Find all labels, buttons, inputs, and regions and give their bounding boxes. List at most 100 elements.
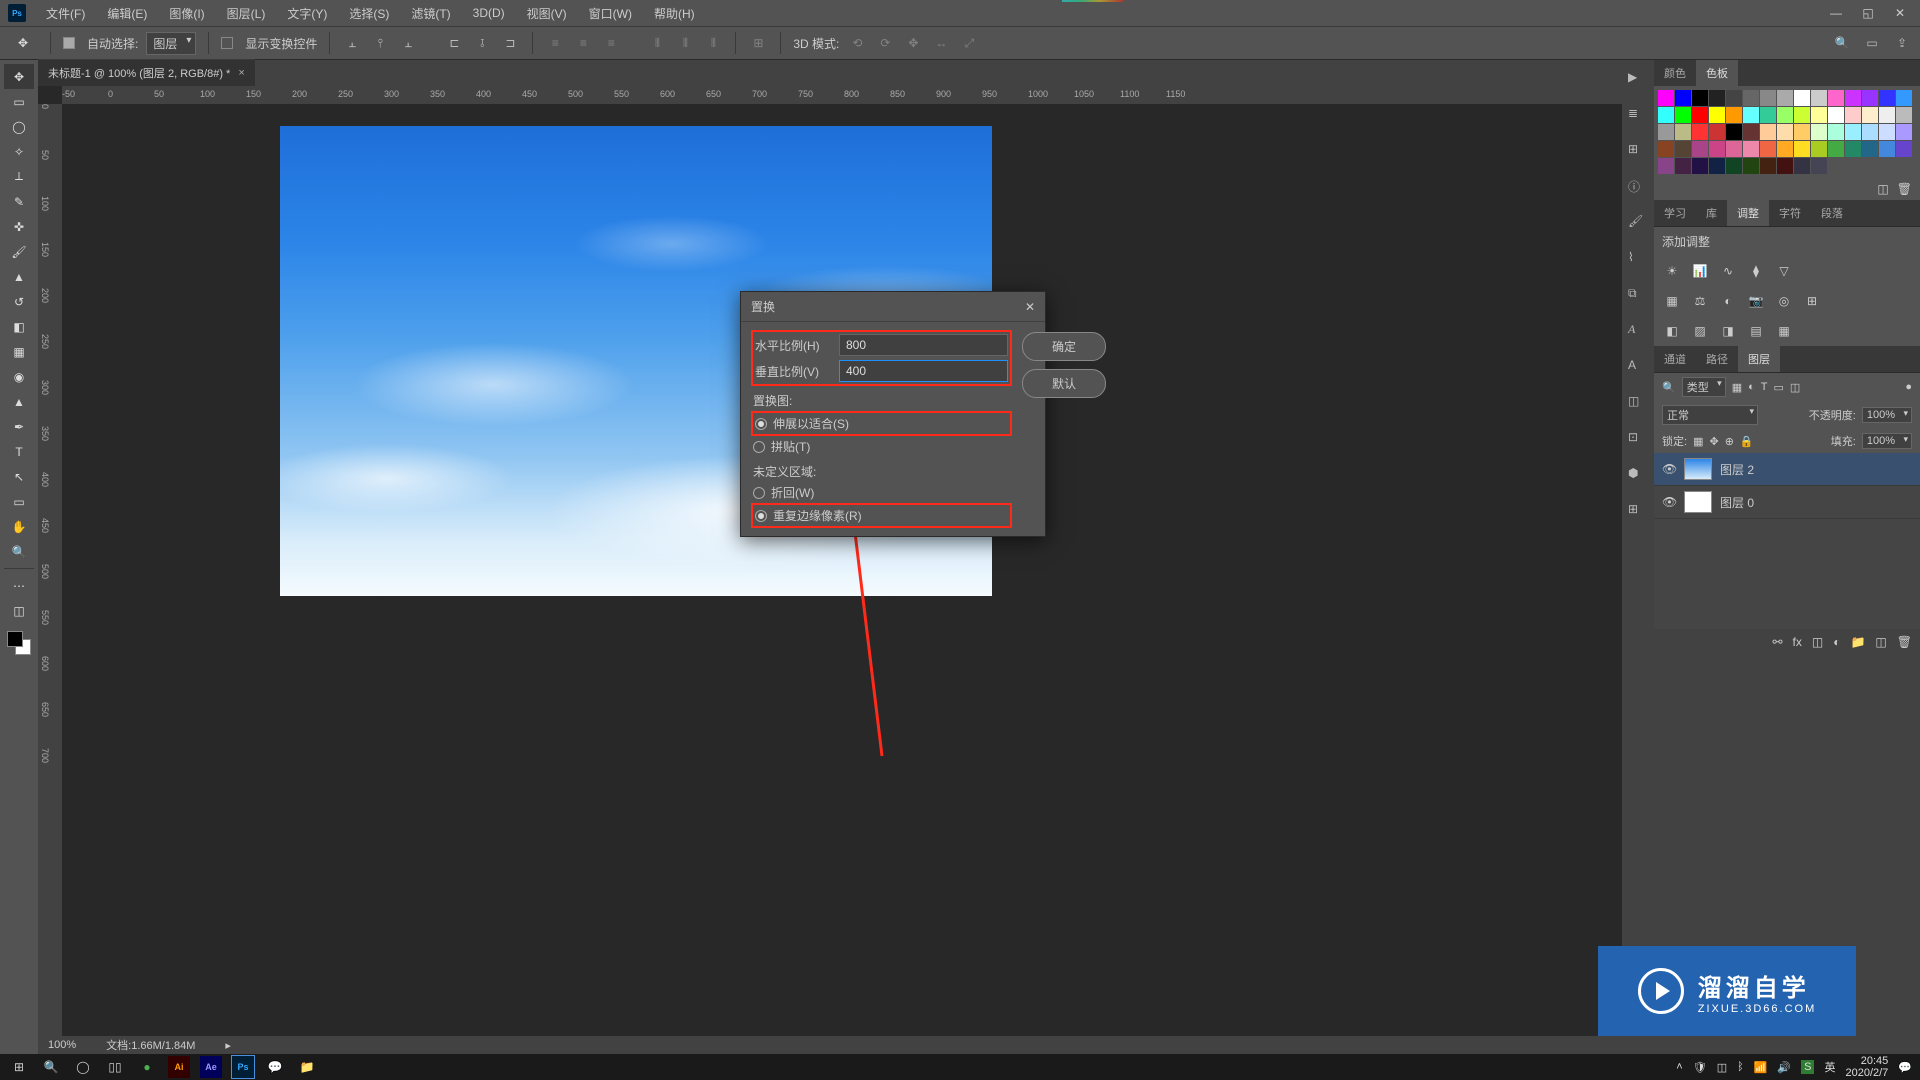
- swatch[interactable]: [1794, 158, 1810, 174]
- auto-align-icon[interactable]: ⊞: [748, 34, 768, 52]
- swatch[interactable]: [1811, 124, 1827, 140]
- posterize-icon[interactable]: ▨: [1690, 322, 1710, 340]
- distribute-right-icon[interactable]: ⦀: [703, 34, 723, 52]
- 3d-scale-icon[interactable]: ⤢: [959, 34, 979, 52]
- swatch[interactable]: [1845, 141, 1861, 157]
- swatch[interactable]: [1760, 107, 1776, 123]
- swatch[interactable]: [1675, 141, 1691, 157]
- opacity-value[interactable]: 100%: [1862, 407, 1912, 423]
- measure-icon[interactable]: ⊞: [1628, 502, 1648, 522]
- layer-fx-icon[interactable]: fx: [1793, 635, 1802, 649]
- align-vmid-icon[interactable]: ⫯: [370, 34, 390, 52]
- swatch[interactable]: [1862, 124, 1878, 140]
- h-scale-input[interactable]: [839, 334, 1008, 356]
- swatch[interactable]: [1726, 158, 1742, 174]
- document-tab[interactable]: 未标题-1 @ 100% (图层 2, RGB/8#) * ×: [38, 59, 255, 86]
- swatch[interactable]: [1726, 90, 1742, 106]
- aftereffects-icon[interactable]: Ae: [200, 1056, 222, 1078]
- v-scale-input[interactable]: [839, 360, 1008, 382]
- type-tool[interactable]: T: [4, 439, 34, 464]
- swatch[interactable]: [1726, 124, 1742, 140]
- rectangle-tool[interactable]: ▭: [4, 489, 34, 514]
- start-button[interactable]: ⊞: [8, 1056, 30, 1078]
- taskbar-date[interactable]: 2020/2/7: [1845, 1067, 1888, 1079]
- distribute-bottom-icon[interactable]: ≡: [601, 34, 621, 52]
- tab-paragraph[interactable]: 段落: [1811, 200, 1853, 226]
- swatch[interactable]: [1828, 141, 1844, 157]
- channel-mixer-icon[interactable]: ◎: [1774, 292, 1794, 310]
- window-minimize[interactable]: —: [1824, 1, 1848, 25]
- move-tool[interactable]: ✥: [4, 64, 34, 89]
- menu-window[interactable]: 窗口(W): [579, 1, 642, 26]
- dialog-close-icon[interactable]: ✕: [1025, 300, 1035, 314]
- swatch[interactable]: [1896, 90, 1912, 106]
- layers-icon[interactable]: ◫: [1628, 394, 1648, 414]
- chrome-icon[interactable]: ●: [136, 1056, 158, 1078]
- bluetooth-icon[interactable]: ᛒ: [1737, 1061, 1744, 1073]
- hue-icon[interactable]: ▦: [1662, 292, 1682, 310]
- swatch[interactable]: [1692, 124, 1708, 140]
- swatch[interactable]: [1777, 107, 1793, 123]
- swatch[interactable]: [1743, 124, 1759, 140]
- lasso-tool[interactable]: ◯: [4, 114, 34, 139]
- 3d-orbit-icon[interactable]: ⟲: [847, 34, 867, 52]
- swatch[interactable]: [1879, 124, 1895, 140]
- wechat-icon[interactable]: 💬: [264, 1056, 286, 1078]
- swatch[interactable]: [1845, 107, 1861, 123]
- menu-file[interactable]: 文件(F): [36, 1, 95, 26]
- swatch[interactable]: [1743, 158, 1759, 174]
- hand-tool[interactable]: ✋: [4, 514, 34, 539]
- move-tool-icon[interactable]: ✥: [8, 31, 38, 56]
- filter-smart-icon[interactable]: ◫: [1790, 381, 1800, 394]
- swatch[interactable]: [1794, 124, 1810, 140]
- tab-color[interactable]: 颜色: [1654, 60, 1696, 86]
- play-icon[interactable]: ▶: [1628, 70, 1648, 90]
- magic-wand-tool[interactable]: ✧: [4, 139, 34, 164]
- share-icon[interactable]: ⇪: [1892, 34, 1912, 52]
- close-tab-icon[interactable]: ×: [238, 67, 244, 79]
- radio-tile[interactable]: [753, 441, 765, 453]
- pen-tool[interactable]: ✒: [4, 414, 34, 439]
- menu-help[interactable]: 帮助(H): [644, 1, 705, 26]
- photo-filter-icon[interactable]: 📷: [1746, 292, 1766, 310]
- swatch[interactable]: [1777, 90, 1793, 106]
- default-button[interactable]: 默认: [1022, 369, 1106, 398]
- info-icon[interactable]: ⓘ: [1628, 178, 1648, 198]
- lock-pixels-icon[interactable]: ▦: [1693, 435, 1703, 448]
- tab-channels[interactable]: 通道: [1654, 346, 1696, 372]
- visibility-toggle[interactable]: 👁: [1662, 495, 1676, 509]
- ime-icon[interactable]: S: [1801, 1060, 1814, 1074]
- swatch[interactable]: [1896, 141, 1912, 157]
- channels-strip-icon[interactable]: ⊡: [1628, 430, 1648, 450]
- swatch[interactable]: [1794, 141, 1810, 157]
- align-bottom-icon[interactable]: ⫠: [398, 34, 418, 52]
- swatch[interactable]: [1709, 90, 1725, 106]
- window-close[interactable]: ✕: [1888, 1, 1912, 25]
- swatch[interactable]: [1692, 158, 1708, 174]
- swatch[interactable]: [1811, 141, 1827, 157]
- ruler-vertical[interactable]: 0501001502002503003504004505005506006507…: [38, 104, 62, 1036]
- lookup-icon[interactable]: ⊞: [1802, 292, 1822, 310]
- swatch[interactable]: [1743, 141, 1759, 157]
- distribute-vmid-icon[interactable]: ≡: [573, 34, 593, 52]
- radio-stretch[interactable]: [755, 418, 767, 430]
- statusbar-arrow-icon[interactable]: ▸: [225, 1039, 231, 1052]
- foreground-background-colors[interactable]: [5, 629, 33, 657]
- swatch[interactable]: [1726, 107, 1742, 123]
- quick-mask[interactable]: ◫: [4, 598, 34, 623]
- swatch[interactable]: [1658, 90, 1674, 106]
- brush-settings-icon[interactable]: 🖌: [1628, 214, 1648, 234]
- swatch[interactable]: [1811, 107, 1827, 123]
- swatch[interactable]: [1828, 124, 1844, 140]
- tab-adjustments[interactable]: 调整: [1727, 200, 1769, 226]
- brightness-icon[interactable]: ☀: [1662, 262, 1682, 280]
- swatch[interactable]: [1760, 90, 1776, 106]
- menu-edit[interactable]: 编辑(E): [97, 1, 157, 26]
- swatch[interactable]: [1760, 158, 1776, 174]
- distribute-left-icon[interactable]: ⦀: [647, 34, 667, 52]
- swatch[interactable]: [1658, 141, 1674, 157]
- curves-icon[interactable]: ∿: [1718, 262, 1738, 280]
- swatch[interactable]: [1709, 107, 1725, 123]
- tab-character[interactable]: 字符: [1769, 200, 1811, 226]
- tab-paths[interactable]: 路径: [1696, 346, 1738, 372]
